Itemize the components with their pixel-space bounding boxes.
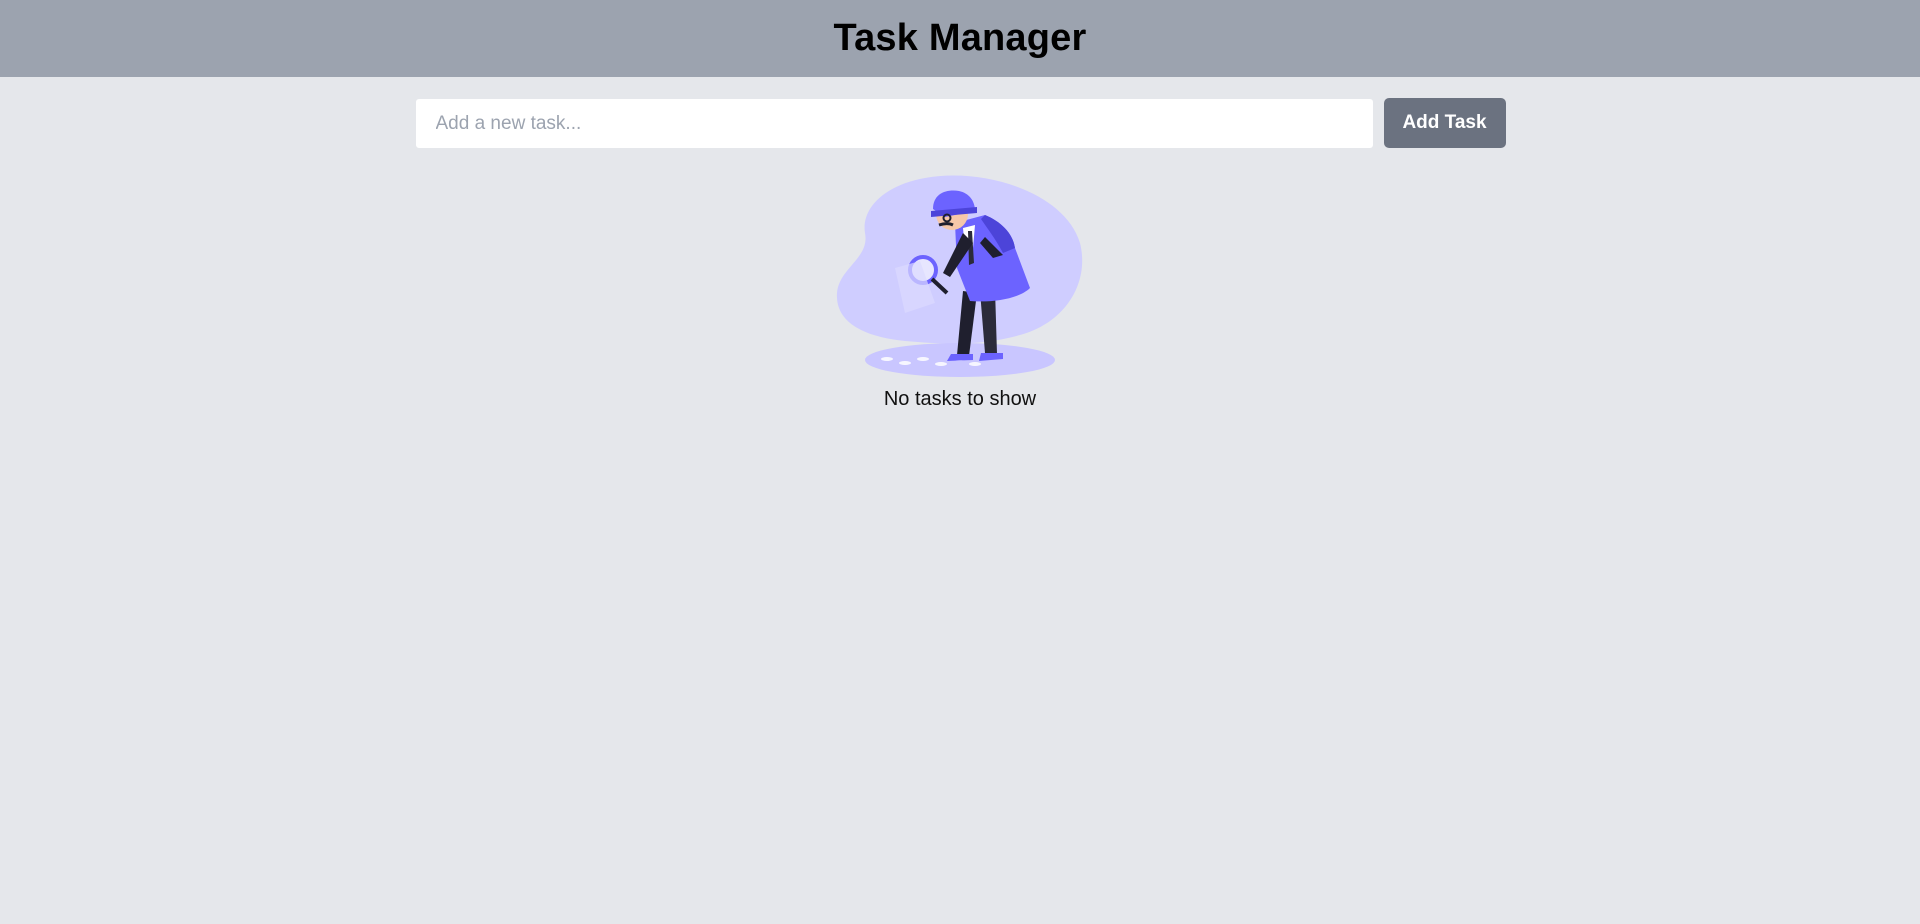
new-task-input[interactable] (414, 98, 1374, 149)
page-title: Task Manager (833, 17, 1087, 59)
add-task-button[interactable]: Add Task (1383, 98, 1506, 148)
task-form: Add Task (414, 98, 1506, 149)
detective-searching-illustration (836, 175, 1083, 377)
empty-state-message: No tasks to show (883, 388, 1037, 410)
app-header: Task Manager (0, 0, 1920, 77)
empty-state: No tasks to show (0, 173, 1920, 411)
